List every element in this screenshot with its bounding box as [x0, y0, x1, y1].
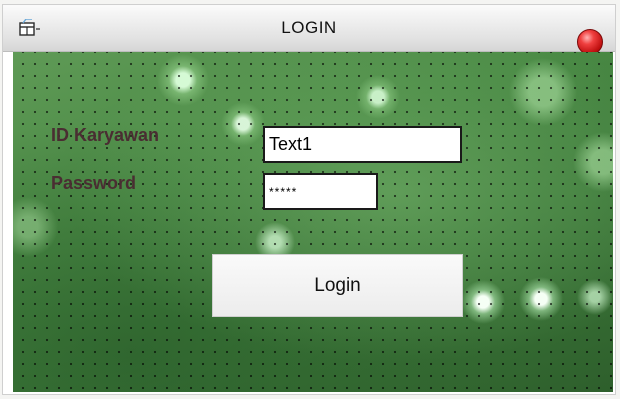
window-title: LOGIN	[281, 18, 337, 37]
login-window: LOGIN ID Karyawan Password Login	[2, 4, 616, 395]
password-label: Password	[51, 173, 137, 193]
title-bar: LOGIN	[3, 5, 615, 55]
id-karyawan-label: ID Karyawan	[51, 125, 160, 145]
password-input[interactable]	[263, 173, 378, 210]
form-client-area: ID Karyawan Password Login	[13, 52, 613, 392]
login-button[interactable]: Login	[212, 254, 463, 317]
id-karyawan-input[interactable]	[263, 126, 462, 163]
